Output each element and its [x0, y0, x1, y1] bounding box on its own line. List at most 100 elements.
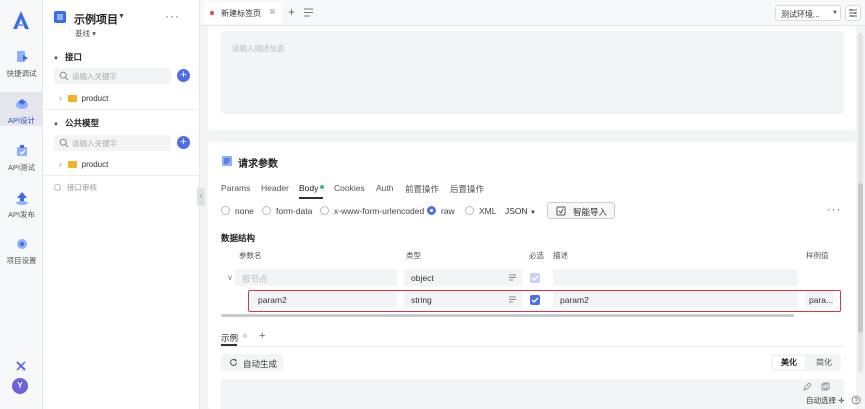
rail-item-label: API发布 — [7, 210, 36, 219]
tab-header[interactable]: Header — [261, 183, 289, 193]
import-icon — [556, 206, 566, 216]
tab-body[interactable]: Body — [299, 183, 325, 193]
type-menu-icon — [509, 274, 516, 281]
tab-cookies[interactable]: Cookies — [334, 183, 365, 193]
radio-circle-selected — [427, 206, 436, 215]
rail-item-label: API测试 — [7, 163, 36, 172]
horizontal-scrollbar[interactable] — [221, 314, 794, 317]
rail-item-api-test[interactable]: API测试 — [0, 143, 43, 173]
tab-post-operations[interactable]: 后置操作 — [450, 183, 484, 195]
add-example-button[interactable]: + — [259, 330, 265, 342]
radio-x-www-form-urlencoded[interactable]: x-www-form-urlencoded — [320, 206, 424, 216]
project-icon — [54, 11, 66, 23]
caret-down-icon: ▼ — [53, 122, 59, 128]
collapse-panel-button[interactable]: ‹ — [197, 188, 205, 206]
api-publish-icon — [15, 192, 28, 205]
tab-label: 新建标签页 — [221, 9, 261, 18]
search-icon — [59, 71, 69, 81]
search-icon — [59, 138, 69, 148]
rail-item-label: API设计 — [7, 116, 36, 125]
smart-import-button[interactable]: 智能导入 — [547, 202, 615, 219]
divider — [221, 346, 844, 347]
radio-circle — [262, 206, 271, 215]
highlighted-row-outline — [248, 290, 841, 312]
request-params-icon — [222, 156, 232, 166]
radio-none[interactable]: none — [221, 206, 254, 216]
more-icon[interactable]: ··· — [827, 204, 841, 216]
search-placeholder: 请输入关键字 — [72, 139, 117, 148]
branch-selector[interactable]: 基线 ▾ — [75, 28, 96, 39]
settings-icon — [16, 239, 27, 249]
close-icon[interactable]: ⊗ — [269, 7, 276, 16]
auto-generate-label: 自动生成 — [243, 359, 278, 369]
active-tab-indicator — [299, 197, 323, 199]
description-input[interactable]: 请输入描述信息 — [221, 31, 844, 114]
tab-pre-operations[interactable]: 前置操作 — [405, 183, 439, 195]
radio-xml[interactable]: XML — [465, 206, 496, 216]
required-checkbox[interactable] — [530, 273, 540, 283]
auto-select-button[interactable]: 自动选择 ✛ — [806, 395, 844, 406]
model-search-input[interactable]: 请输入关键字 — [54, 135, 171, 151]
folder-icon — [67, 95, 77, 102]
section-common-models[interactable]: ▼ 公共模型 — [53, 117, 99, 129]
add-model-button[interactable]: + — [177, 136, 190, 149]
request-params-card: 请求参数 Params Header Body Cookies Auth 前置操… — [208, 142, 856, 409]
column-header-required: 必选 — [529, 251, 544, 260]
format-select[interactable]: JSON ▼ — [505, 206, 536, 216]
tab-auth[interactable]: Auth — [376, 183, 394, 193]
api-test-icon — [16, 145, 27, 156]
simplify-button[interactable]: 简化 — [809, 356, 839, 369]
add-interface-button[interactable]: + — [177, 69, 190, 82]
help-icon[interactable] — [851, 395, 861, 405]
radio-form-data[interactable]: form-data — [262, 206, 312, 216]
tab-new[interactable]: 新建标签页 ⊗ — [204, 2, 282, 24]
tree-item-product[interactable]: › product — [59, 94, 108, 103]
example-editor[interactable] — [221, 379, 844, 409]
add-tab-button[interactable]: + — [288, 5, 295, 19]
column-header-description: 描述 — [553, 251, 568, 260]
column-header-type: 类型 — [406, 251, 421, 260]
environment-settings-button[interactable] — [845, 5, 861, 21]
api-design-icon — [15, 99, 28, 109]
tab-params[interactable]: Params — [221, 183, 250, 193]
environment-label: 测试环境... — [781, 10, 820, 19]
refresh-icon — [230, 358, 237, 366]
param-name-field[interactable]: 根节点 — [235, 269, 397, 286]
project-title[interactable]: 示例项目 — [74, 11, 118, 27]
caret-down-icon[interactable]: ▼ — [118, 13, 125, 20]
unsaved-dot — [210, 11, 214, 15]
left-rail: 快捷调试 API设计 API测试 API发布 项目设置 Y — [0, 0, 43, 409]
column-header-name: 参数名 — [239, 251, 262, 260]
param-type-select[interactable]: object — [404, 269, 522, 286]
sliders-icon — [849, 9, 857, 17]
auto-generate-button[interactable]: 自动生成 — [221, 354, 283, 371]
close-icon[interactable]: ⊗ — [242, 332, 248, 340]
app-logo-icon[interactable] — [9, 8, 33, 32]
beautify-button[interactable]: 美化 — [773, 356, 805, 369]
radio-raw[interactable]: raw — [427, 206, 455, 216]
rail-item-quick-debug[interactable]: 快捷调试 — [0, 49, 43, 79]
more-icon[interactable]: ··· — [165, 9, 180, 23]
rail-item-api-design[interactable]: API设计 — [0, 92, 43, 126]
quick-debug-icon — [16, 51, 28, 62]
main-content: 请输入描述信息 请求参数 Params Header Body Cookies … — [208, 26, 856, 409]
section-interfaces[interactable]: ▼ 接口 — [53, 51, 82, 63]
edit-icon[interactable] — [803, 382, 812, 391]
rail-item-api-publish[interactable]: API发布 — [0, 190, 43, 220]
interface-audit[interactable]: 接口审核 — [54, 182, 97, 193]
param-description-field[interactable] — [553, 269, 798, 286]
rail-item-project-settings[interactable]: 项目设置 — [0, 236, 43, 266]
tools-icon[interactable] — [14, 359, 28, 373]
chevron-right-icon: › — [59, 160, 62, 169]
tree-item-product[interactable]: › product — [59, 160, 108, 169]
tab-example[interactable]: 示例 — [221, 332, 238, 344]
chevron-down-icon[interactable]: ∨ — [227, 273, 233, 282]
scrollbar-thumb[interactable] — [858, 183, 863, 333]
vertical-scrollbar[interactable] — [858, 33, 863, 373]
copy-icon[interactable] — [821, 382, 830, 391]
rail-item-label: 快捷调试 — [6, 69, 37, 78]
tab-list-icon[interactable] — [303, 7, 314, 18]
avatar[interactable]: Y — [12, 378, 28, 394]
environment-select[interactable]: 测试环境... ▼ — [775, 5, 841, 21]
interface-search-input[interactable]: 请输入关键字 — [54, 68, 171, 84]
